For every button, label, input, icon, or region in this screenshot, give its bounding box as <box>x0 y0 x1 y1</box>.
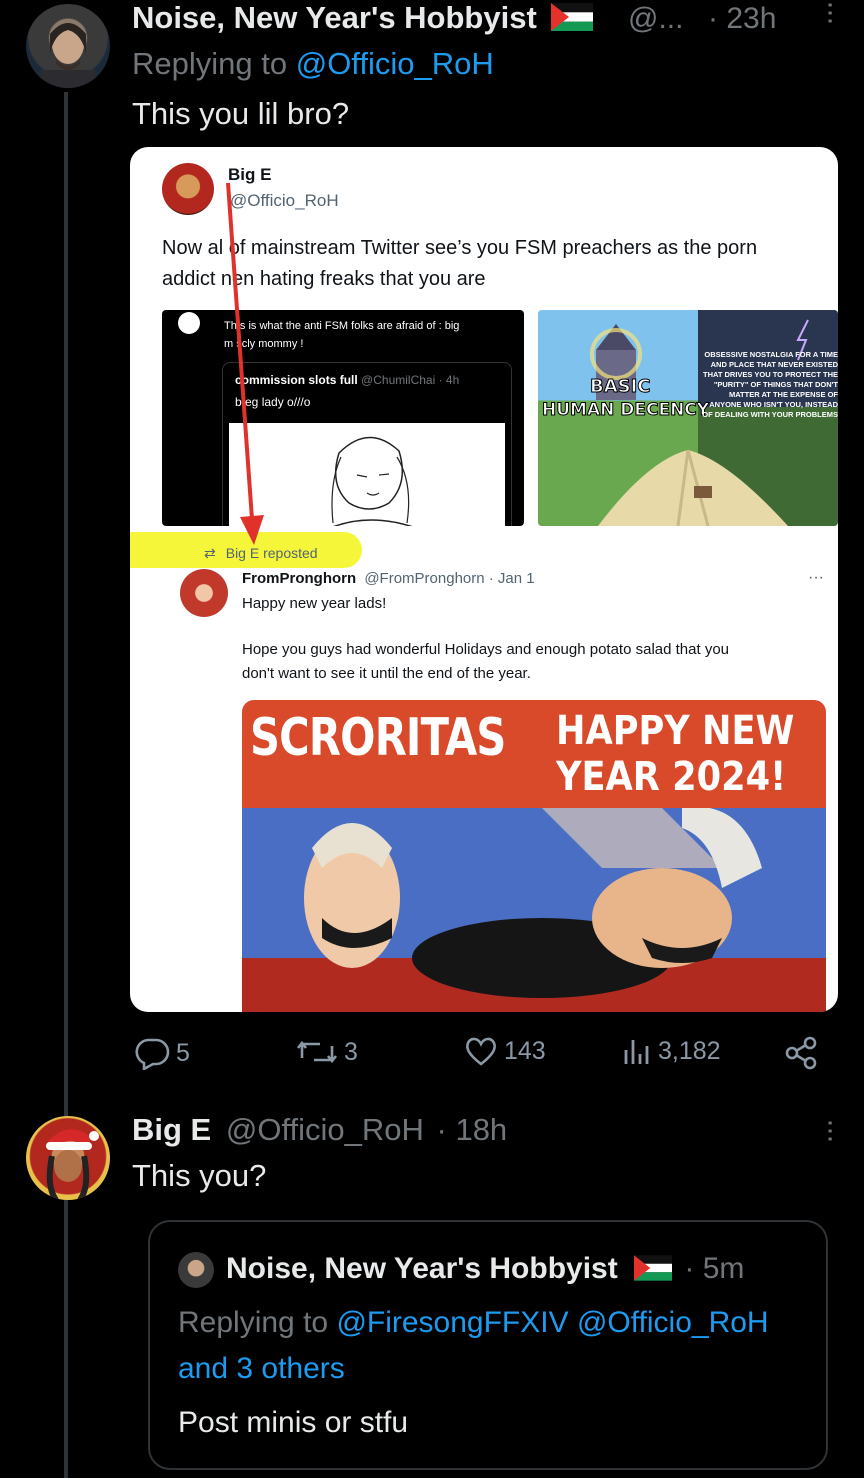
avatar[interactable] <box>26 4 110 88</box>
like-button[interactable]: 143 <box>464 1036 546 1066</box>
share-button[interactable] <box>784 1036 818 1070</box>
timestamp[interactable]: · 23h <box>708 2 776 36</box>
quote-header: Noise, New Year's Hobbyist · 5m <box>226 1252 744 1286</box>
quote-replying-others[interactable]: and 3 others <box>178 1352 345 1386</box>
reply-icon <box>135 1038 170 1070</box>
like-count: 143 <box>504 1036 546 1065</box>
more-options-icon[interactable]: ··· <box>814 1118 848 1142</box>
tweet-text: This you lil bro? <box>132 96 350 131</box>
more-options-icon[interactable]: ··· <box>814 0 848 24</box>
views-chart-icon <box>624 1040 649 1064</box>
display-name[interactable]: Noise, New Year's Hobbyist <box>132 0 594 36</box>
quote-avatar <box>178 1252 214 1288</box>
repost-line1: Happy new year lads! <box>242 595 387 612</box>
handle[interactable]: @... <box>628 2 683 36</box>
repost-count: 3 <box>344 1037 358 1066</box>
red-arrow-annotation <box>226 182 264 545</box>
repost-line2: Hope you guys had wonderful Holidays and… <box>242 641 730 658</box>
palestine-flag-icon <box>634 1255 673 1281</box>
handle[interactable]: @Officio_RoH <box>226 1112 424 1147</box>
banner-right-text1: HAPPY NEW <box>556 708 795 754</box>
banner-left-text: SCRORITAS <box>250 708 506 768</box>
repost-icon <box>296 1040 338 1064</box>
attached-screenshot[interactable]: Big E @Officio_RoH Now al of mainstream … <box>130 147 838 1012</box>
avatar[interactable] <box>26 1116 110 1200</box>
repost-author: FromPronghorn @FromPronghorn · Jan 1 <box>242 570 535 587</box>
repost-handle: @FromPronghorn · Jan 1 <box>364 570 535 587</box>
replying-prefix: Replying to <box>132 46 296 81</box>
palestine-flag-icon <box>551 3 594 31</box>
quoted-tweet[interactable]: Noise, New Year's Hobbyist · 5m Replying… <box>148 1220 828 1470</box>
display-name[interactable]: Big E <box>132 1112 211 1147</box>
tweet2-header: Big E @Officio_RoH · 18h <box>132 1112 507 1148</box>
santa-hat-avatar-icon <box>46 1129 99 1200</box>
display-name-text[interactable]: Noise, New Year's Hobbyist <box>132 0 537 35</box>
quote-text: Post minis or stfu <box>178 1406 409 1439</box>
quote-replying-to: Replying to @FiresongFFXIV @Officio_RoH <box>178 1306 769 1340</box>
person-photo-icon <box>40 23 96 88</box>
banner-right-text2: YEAR 2024! <box>556 754 787 800</box>
repost-button[interactable]: 3 <box>296 1036 358 1068</box>
repost-name: FromPronghorn <box>242 570 357 587</box>
quote-replying-prefix: Replying to <box>178 1306 337 1339</box>
tweet-text: This you? <box>132 1158 267 1193</box>
repost-avatar <box>180 569 228 617</box>
reply-count: 5 <box>176 1038 190 1067</box>
repost-more-icon: ··· <box>808 569 824 586</box>
replying-handle-link[interactable]: @Officio_RoH <box>296 46 494 81</box>
timestamp[interactable]: · 18h <box>437 1112 508 1147</box>
thread-line <box>64 92 68 1478</box>
repost-line3: don't want to see it until the end of th… <box>242 665 531 682</box>
quote-timestamp: · 5m <box>684 1252 745 1285</box>
replying-to: Replying to @Officio_RoH <box>132 46 494 82</box>
views-count: 3,182 <box>658 1036 721 1065</box>
quote-display-name: Noise, New Year's Hobbyist <box>226 1252 618 1285</box>
quote-replying-handles[interactable]: @FiresongFFXIV @Officio_RoH <box>336 1306 768 1339</box>
share-icon <box>785 1036 817 1070</box>
heart-icon <box>466 1037 496 1066</box>
reply-button[interactable]: 5 <box>134 1036 190 1070</box>
banner-illustration-icon <box>242 808 826 1012</box>
views-button[interactable]: 3,182 <box>622 1036 721 1066</box>
repost-banner-image: SCRORITAS HAPPY NEW YEAR 2024! <box>242 700 826 1012</box>
